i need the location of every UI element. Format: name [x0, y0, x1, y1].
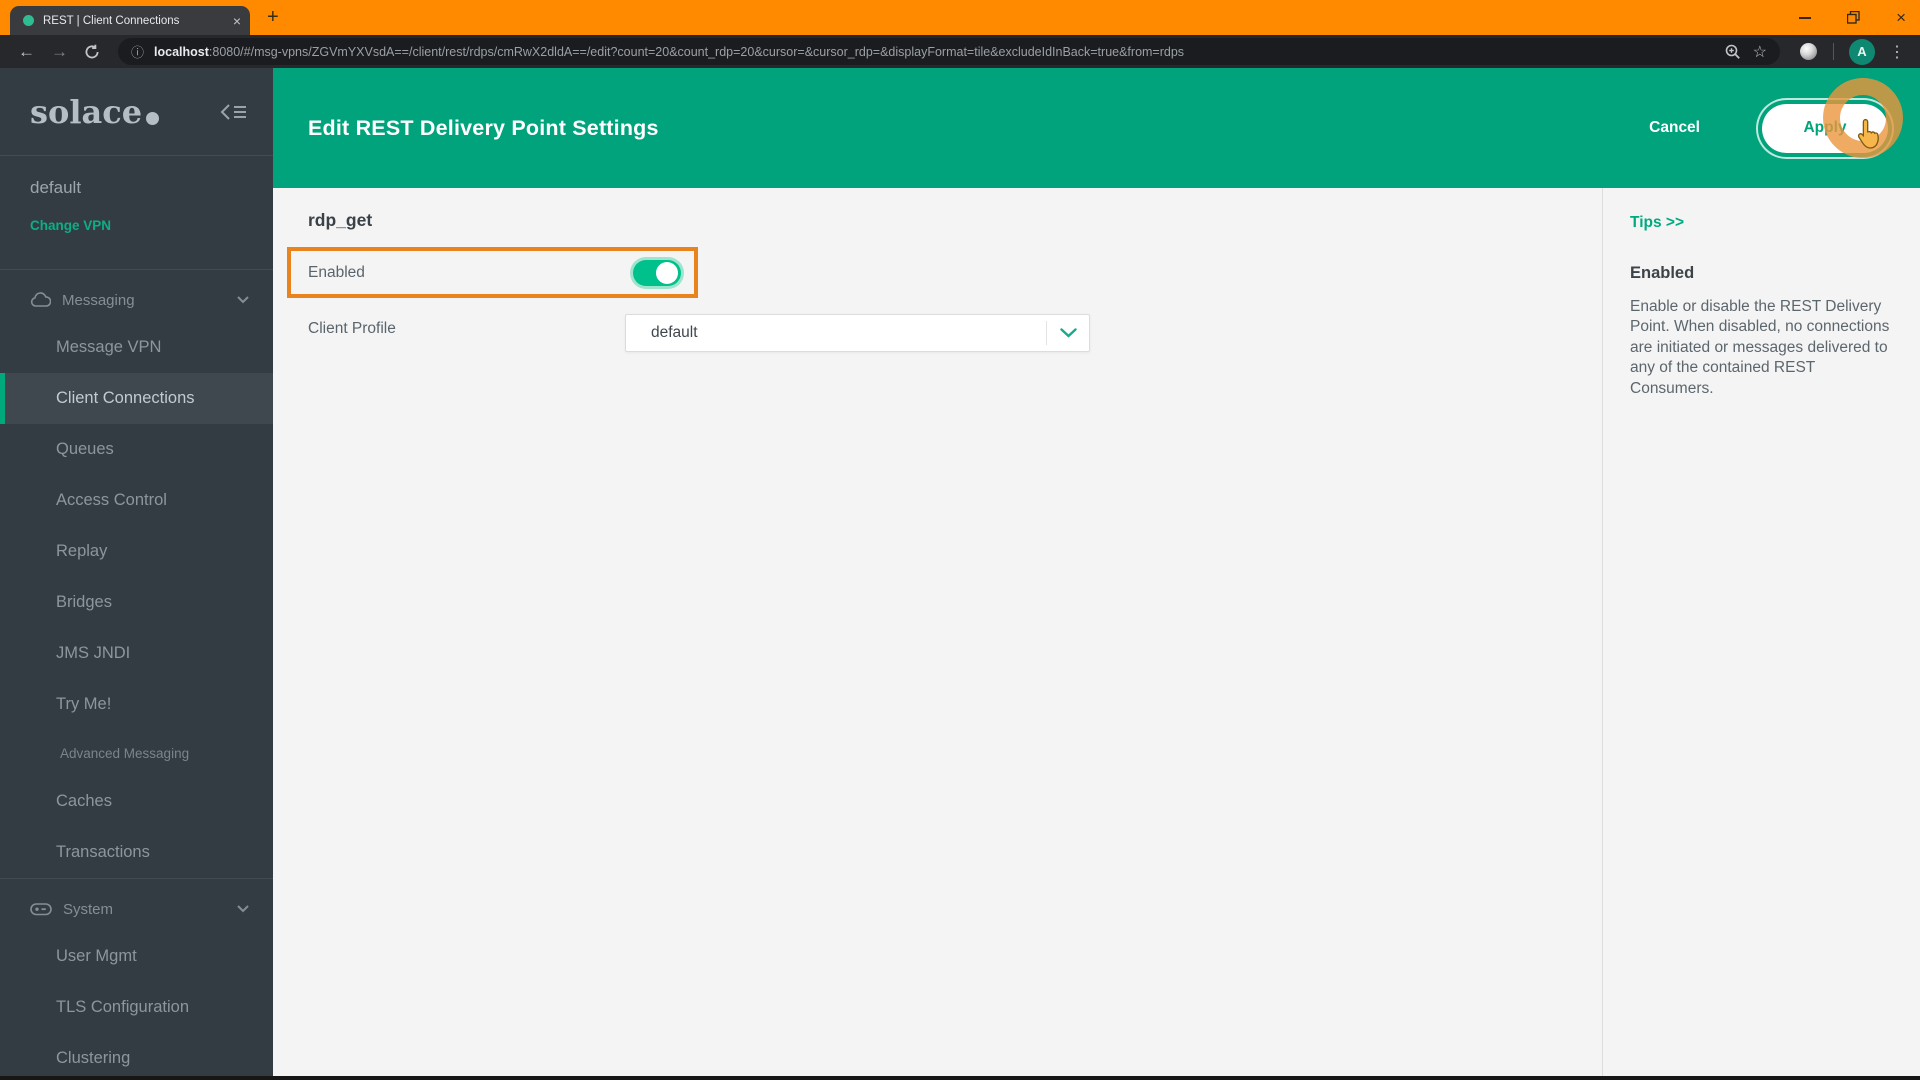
sidebar-item-transactions[interactable]: Transactions	[0, 827, 273, 878]
app-shell: solace default Change VPN Messaging Mess…	[0, 68, 1920, 1080]
sidebar-item-jms-jndi[interactable]: JMS JNDI	[0, 628, 273, 679]
sidebar-item-clustering[interactable]: Clustering	[0, 1033, 273, 1080]
solace-logo: solace	[30, 92, 143, 131]
sidebar-item-tls-configuration[interactable]: TLS Configuration	[0, 982, 273, 1033]
reload-icon[interactable]	[84, 44, 100, 60]
bookmark-star-icon[interactable]: ☆	[1753, 42, 1767, 62]
forward-icon[interactable]: →	[51, 43, 68, 60]
apply-button[interactable]: Apply	[1762, 103, 1888, 153]
toolbar-separator	[1833, 43, 1834, 60]
enabled-label: Enabled	[308, 263, 365, 281]
sidebar-item-try-me[interactable]: Try Me!	[0, 679, 273, 730]
chevron-down-icon	[237, 905, 249, 913]
browser-window: REST | Client Connections × + × ← → ⓘ lo…	[0, 0, 1920, 1080]
tips-body: Enable or disable the REST Delivery Poin…	[1630, 298, 1890, 397]
browser-menu-icon[interactable]: ⋮	[1889, 42, 1905, 62]
sidebar-item-advanced-messaging[interactable]: Advanced Messaging	[0, 730, 273, 776]
window-minimize-icon[interactable]	[1799, 16, 1812, 19]
system-icon	[30, 901, 52, 917]
tab-title: REST | Client Connections	[43, 14, 180, 27]
sidebar-item-caches[interactable]: Caches	[0, 776, 273, 827]
url-text[interactable]: localhost:8080/#/msg-vpns/ZGVmYXVsdA==/c…	[154, 45, 1713, 59]
toggle-knob	[656, 261, 678, 284]
sidebar-item-user-mgmt[interactable]: User Mgmt	[0, 931, 273, 982]
sidebar-section-messaging[interactable]: Messaging	[0, 278, 273, 322]
window-restore-icon[interactable]	[1847, 11, 1860, 24]
new-tab-button[interactable]: +	[267, 7, 279, 27]
rdp-name: rdp_get	[308, 210, 373, 230]
vpn-block: default Change VPN	[0, 156, 273, 269]
page-title: Edit REST Delivery Point Settings	[308, 115, 659, 140]
tips-heading: Enabled	[1630, 264, 1695, 282]
sidebar-section-system[interactable]: System	[0, 887, 273, 931]
browser-titlebar: REST | Client Connections × + ×	[0, 0, 1920, 35]
select-chevron-down-icon[interactable]	[1047, 328, 1089, 338]
cancel-button[interactable]: Cancel	[1649, 119, 1700, 137]
cloud-icon	[30, 292, 51, 308]
sidebar-divider	[0, 878, 273, 879]
collapse-sidebar-icon[interactable]	[220, 103, 247, 121]
url-path: :8080/#/msg-vpns/ZGVmYXVsdA==/client/res…	[208, 44, 1185, 59]
browser-tab[interactable]: REST | Client Connections ×	[10, 6, 250, 35]
sidebar-item-client-connections[interactable]: Client Connections	[0, 373, 273, 424]
extension-icon[interactable]	[1800, 43, 1817, 60]
browser-toolbar: ← → ⓘ localhost:8080/#/msg-vpns/ZGVmYXVs…	[0, 35, 1920, 68]
tab-close-icon[interactable]: ×	[233, 14, 241, 28]
tab-favicon-icon	[23, 15, 34, 26]
client-profile-value: default	[651, 324, 698, 341]
content-area: Edit REST Delivery Point Settings Cancel…	[273, 68, 1920, 1080]
sidebar-item-replay[interactable]: Replay	[0, 526, 273, 577]
rdp-settings-form: rdp_get Enabled Client Profile default	[273, 188, 1602, 1080]
main-row: rdp_get Enabled Client Profile default T…	[273, 188, 1920, 1080]
chevron-down-icon	[237, 296, 249, 304]
client-profile-label: Client Profile	[308, 320, 396, 337]
window-close-icon[interactable]: ×	[1896, 9, 1906, 26]
change-vpn-link[interactable]: Change VPN	[30, 218, 243, 233]
enabled-toggle[interactable]	[633, 259, 681, 286]
window-bottom-edge	[0, 1076, 1920, 1080]
site-info-icon[interactable]: ⓘ	[131, 42, 144, 61]
sidebar-item-queues[interactable]: Queues	[0, 424, 273, 475]
sidebar-item-bridges[interactable]: Bridges	[0, 577, 273, 628]
logo-dot	[146, 112, 160, 125]
tips-link[interactable]: Tips >>	[1630, 214, 1900, 232]
sidebar-divider	[0, 269, 273, 270]
url-bar[interactable]: ⓘ localhost:8080/#/msg-vpns/ZGVmYXVsdA==…	[118, 38, 1780, 65]
client-profile-select[interactable]: default	[625, 314, 1090, 352]
enabled-field-highlight: Enabled	[287, 247, 698, 298]
sidebar-item-access-control[interactable]: Access Control	[0, 475, 273, 526]
window-controls: ×	[1799, 0, 1906, 35]
url-host: localhost	[154, 44, 209, 59]
sidebar-item-message-vpn[interactable]: Message VPN	[0, 322, 273, 373]
page-header: Edit REST Delivery Point Settings Cancel…	[273, 68, 1920, 188]
profile-avatar[interactable]: A	[1849, 38, 1875, 65]
back-icon[interactable]: ←	[18, 43, 35, 60]
sidebar: solace default Change VPN Messaging Mess…	[0, 68, 273, 1080]
tips-panel: Tips >> Enabled Enable or disable the RE…	[1603, 188, 1920, 1080]
zoom-page-icon[interactable]	[1725, 44, 1741, 60]
logo-row: solace	[0, 68, 273, 155]
current-vpn-name: default	[30, 178, 82, 197]
